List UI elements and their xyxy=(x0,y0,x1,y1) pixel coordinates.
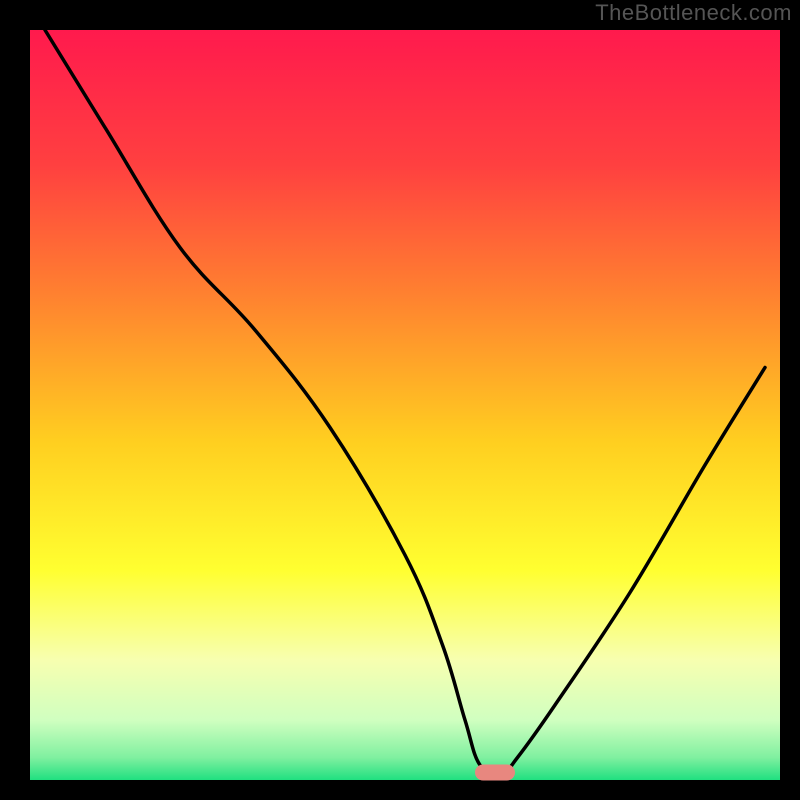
plot-background xyxy=(30,30,780,780)
chart-root: TheBottleneck.com xyxy=(0,0,800,800)
watermark-text: TheBottleneck.com xyxy=(595,0,792,26)
optimal-marker xyxy=(475,765,515,781)
bottleneck-chart xyxy=(0,0,800,800)
